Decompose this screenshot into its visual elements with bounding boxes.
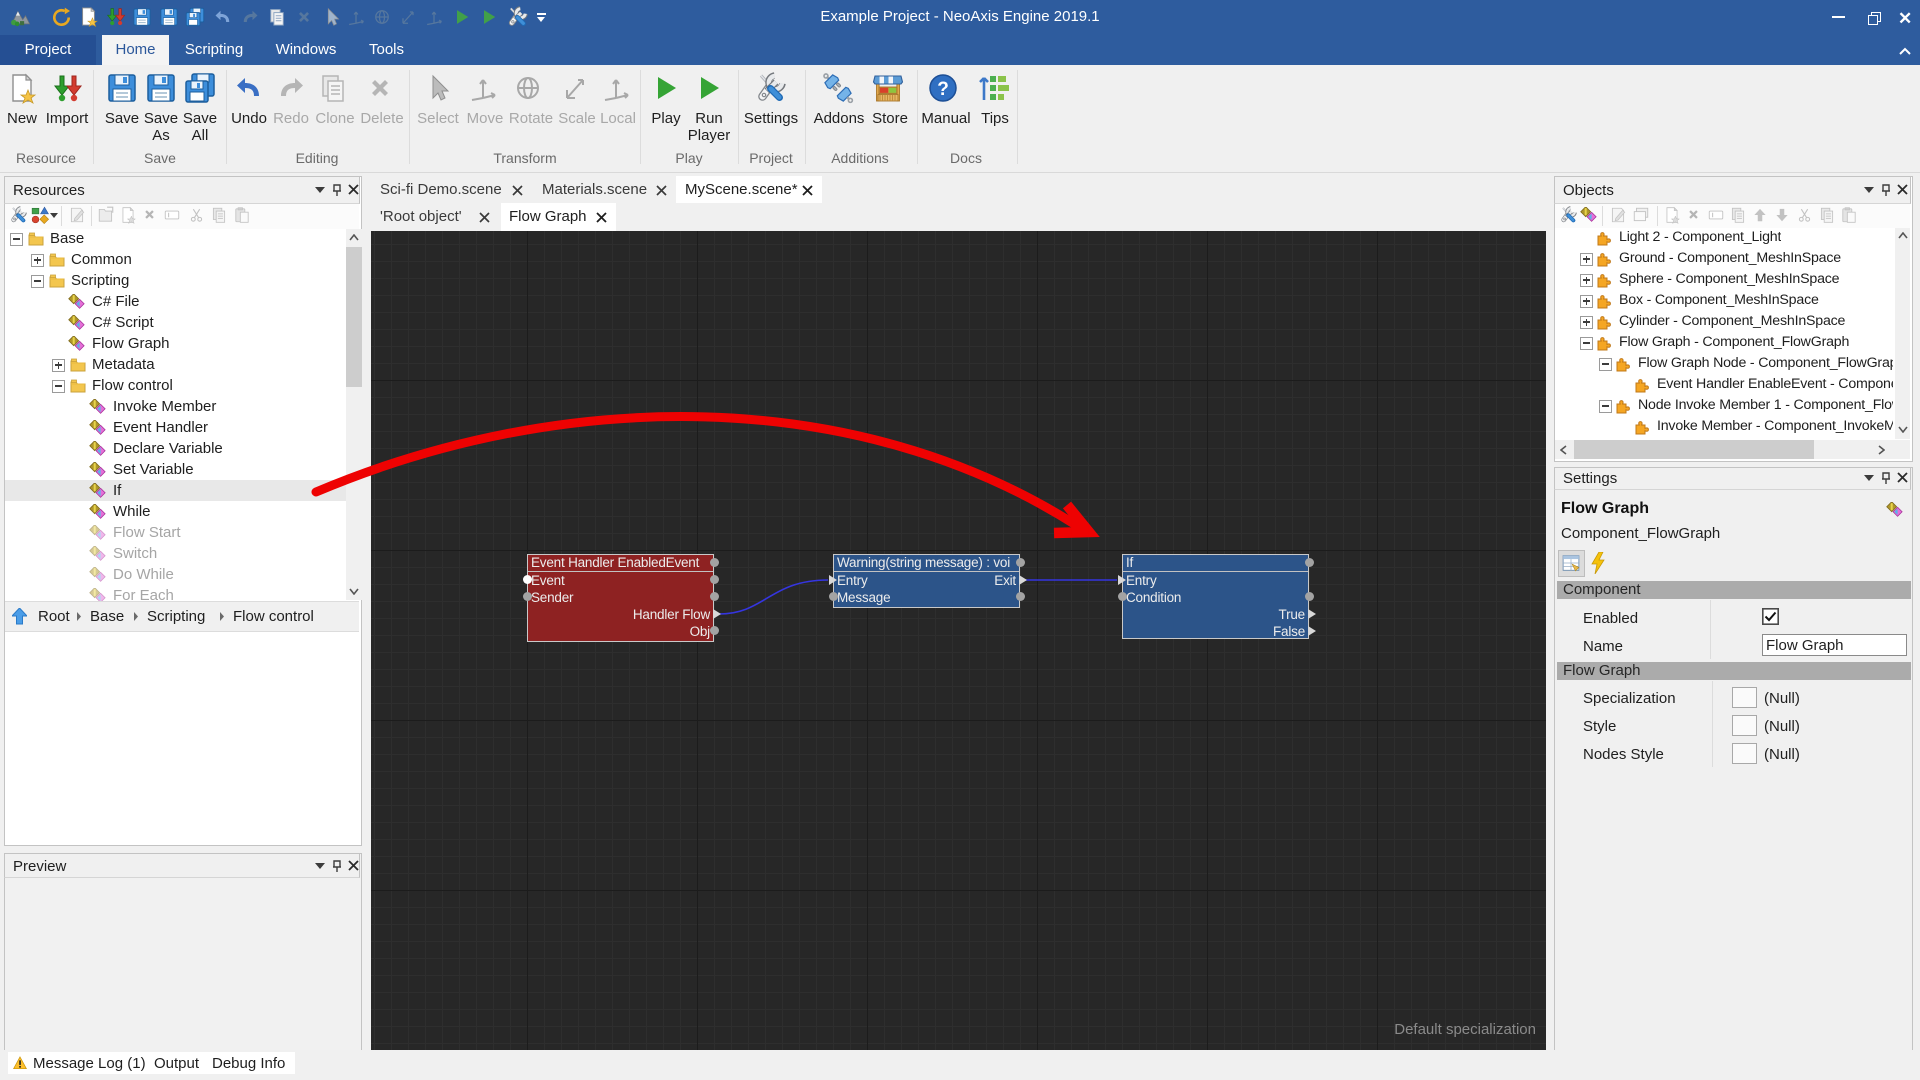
svg-text:?: ?: [937, 79, 949, 100]
